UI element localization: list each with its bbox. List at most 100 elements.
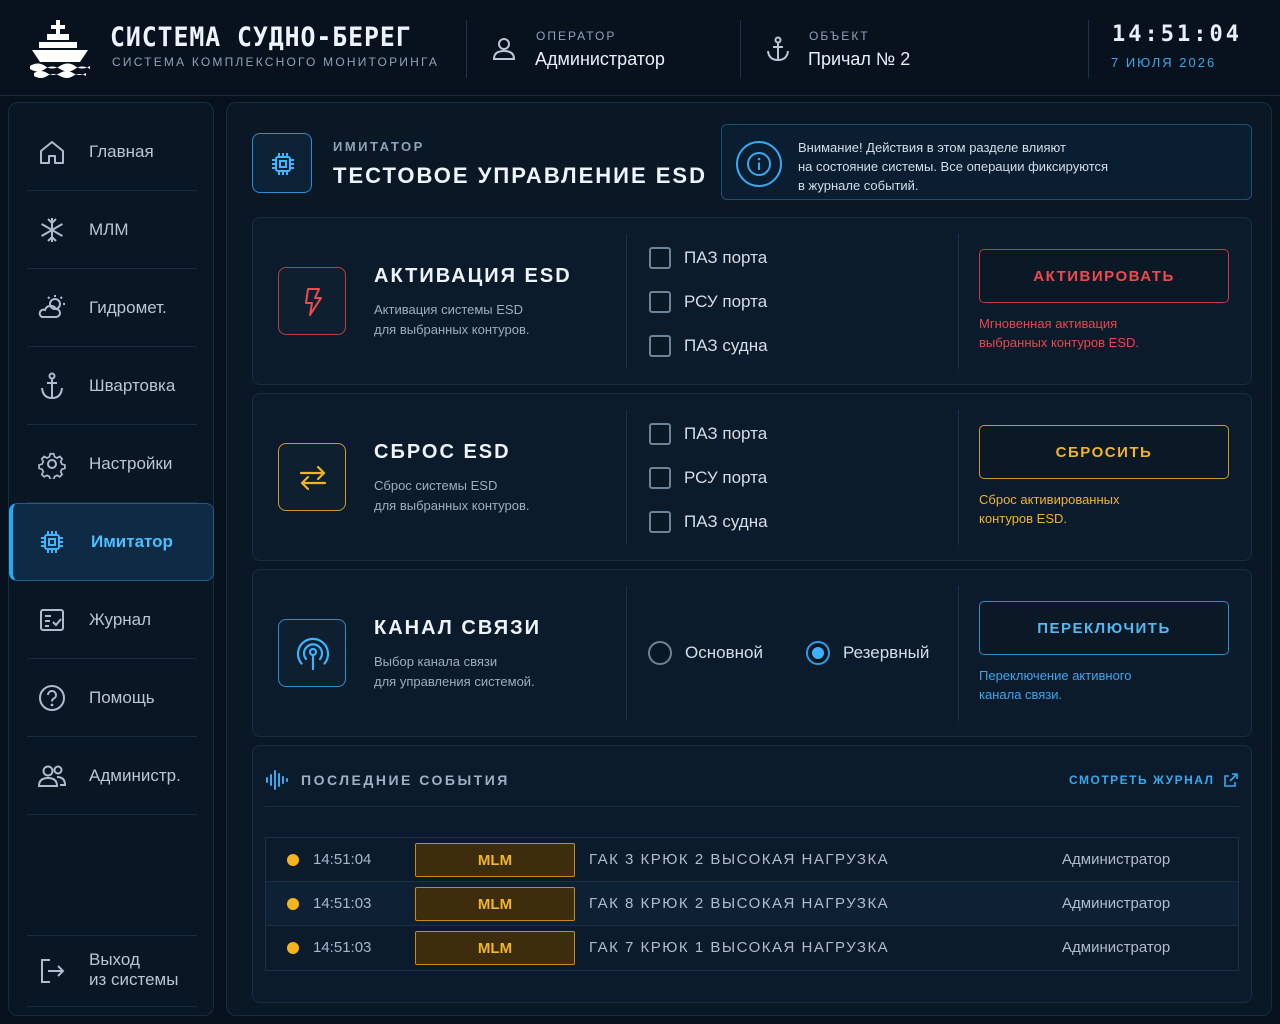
checkbox-paz-port[interactable]: ПАЗ порта [649, 246, 767, 270]
sidebar-item-label: Журнал [89, 609, 152, 629]
recent-events-panel: ПОСЛЕДНИЕ СОБЫТИЯ СМОТРЕТЬ ЖУРНАЛ 14:51:… [252, 745, 1252, 1003]
card-divider [958, 234, 959, 369]
table-row[interactable]: 14:51:04 MLM ГАК 3 КРЮК 2 ВЫСОКАЯ НАГРУЗ… [266, 838, 1238, 882]
note-line: выбранных контуров ESD. [979, 335, 1139, 350]
checkbox-label: РСУ порта [684, 292, 768, 311]
checkbox-paz-port[interactable]: ПАЗ порта [649, 422, 767, 446]
switch-note: Переключение активного канала связи. [979, 666, 1209, 704]
radio-circle-selected[interactable] [806, 641, 830, 665]
card-description-line: для выбранных контуров. [374, 322, 530, 337]
event-user: Администратор [1062, 851, 1171, 868]
anchor-icon [41, 372, 63, 399]
header-divider [1088, 20, 1089, 78]
event-message: ГАК 7 КРЮК 1 ВЫСОКАЯ НАГРУЗКА [589, 939, 890, 956]
ship-logo-icon [30, 20, 90, 78]
card-divider [626, 586, 627, 721]
object-label: ОБЪЕКТ [809, 29, 870, 43]
logout-label: Выход из системы [89, 950, 178, 990]
sidebar-item-journal[interactable]: Журнал [27, 581, 197, 659]
card-description: Выбор канала связи для управления систем… [374, 652, 614, 692]
sidebar-item-label: Настройки [89, 453, 173, 473]
radio-main-channel[interactable]: Основной [648, 641, 763, 665]
radio-label: Резервный [843, 643, 930, 662]
table-row[interactable]: 14:51:03 MLM ГАК 7 КРЮК 1 ВЫСОКАЯ НАГРУЗ… [266, 926, 1238, 970]
main-panel: ИМИТАТОР ТЕСТОВОЕ УПРАВЛЕНИЕ ESD Внимани… [226, 102, 1272, 1016]
activate-icon-box [278, 267, 346, 335]
snowflake-icon [41, 217, 63, 242]
event-message: ГАК 3 КРЮК 2 ВЫСОКАЯ НАГРУЗКА [589, 851, 890, 868]
lightning-icon [305, 288, 322, 316]
app-title: СИСТЕМА СУДНО-БЕРЕГ [110, 22, 412, 53]
notice-text: Внимание! Действия в этом разделе влияют… [798, 138, 1238, 195]
radio-backup-channel[interactable]: Резервный [806, 641, 929, 665]
event-message: ГАК 8 КРЮК 2 ВЫСОКАЯ НАГРУЗКА [589, 895, 890, 912]
view-journal-link[interactable]: СМОТРЕТЬ ЖУРНАЛ [1069, 773, 1214, 787]
checkbox-box[interactable] [649, 291, 671, 313]
reset-button[interactable]: СБРОСИТЬ [979, 425, 1229, 479]
page-icon-box [252, 133, 312, 193]
header-divider [466, 20, 467, 78]
checkbox-box[interactable] [649, 335, 671, 357]
sidebar-item-simulator[interactable]: Имитатор [9, 503, 214, 581]
checkbox-box[interactable] [649, 467, 671, 489]
activate-button[interactable]: АКТИВИРОВАТЬ [979, 249, 1229, 303]
sidebar-item-admin[interactable]: Администр. [27, 737, 197, 815]
user-icon [492, 38, 516, 60]
radio-circle[interactable] [648, 641, 672, 665]
sidebar-item-hydromet[interactable]: Гидромет. [27, 269, 197, 347]
date: 7 ИЮЛЯ 2026 [1111, 55, 1217, 70]
activate-note: Мгновенная активация выбранных контуров … [979, 314, 1209, 352]
checkbox-rsu-port[interactable]: РСУ порта [649, 290, 767, 314]
logout-label-line2: из системы [89, 970, 179, 989]
checkbox-rsu-port[interactable]: РСУ порта [649, 466, 767, 490]
radio-label: Основной [685, 643, 763, 662]
reset-esd-card: СБРОС ESD Сброс системы ESD для выбранны… [252, 393, 1252, 561]
table-row[interactable]: 14:51:03 MLM ГАК 8 КРЮК 2 ВЫСОКАЯ НАГРУЗ… [266, 882, 1238, 926]
operator-label: ОПЕРАТОР [536, 29, 617, 43]
logout-button[interactable]: Выход из системы [27, 935, 197, 1007]
status-dot [287, 942, 299, 954]
weather-icon [38, 294, 65, 318]
checkbox-label: ПАЗ порта [684, 248, 768, 267]
sidebar-item-help[interactable]: Помощь [27, 659, 197, 737]
notice-line: на состояние системы. Все операции фикси… [798, 159, 1109, 174]
sidebar-item-label: Имитатор [91, 532, 173, 551]
sidebar-item-mooring[interactable]: Швартовка [27, 347, 197, 425]
sidebar-item-settings[interactable]: Настройки [27, 425, 197, 503]
event-user: Администратор [1062, 895, 1171, 912]
event-time: 14:51:04 [313, 851, 372, 868]
event-user: Администратор [1062, 939, 1171, 956]
sidebar-item-mlm[interactable]: МЛМ [27, 191, 197, 269]
activate-esd-card: АКТИВАЦИЯ ESD Активация системы ESD для … [252, 217, 1252, 385]
checkbox-paz-ship[interactable]: ПАЗ судна [649, 334, 768, 358]
switch-button[interactable]: ПЕРЕКЛЮЧИТЬ [979, 601, 1229, 655]
card-description: Сброс системы ESD для выбранных контуров… [374, 476, 614, 516]
sidebar-item-home[interactable]: Главная [27, 113, 197, 191]
card-description: Активация системы ESD для выбранных конт… [374, 300, 614, 340]
external-link-icon[interactable] [1223, 772, 1239, 788]
checkbox-box[interactable] [649, 423, 671, 445]
sidebar-item-label: Швартовка [89, 375, 176, 395]
top-header: СИСТЕМА СУДНО-БЕРЕГ СИСТЕМА КОМПЛЕКСНОГО… [0, 0, 1280, 96]
event-time: 14:51:03 [313, 895, 372, 912]
sidebar-item-label: Помощь [89, 687, 155, 707]
checkbox-label: ПАЗ судна [684, 336, 768, 355]
antenna-icon [297, 637, 329, 671]
note-line: Переключение активного [979, 668, 1132, 683]
status-dot [287, 854, 299, 866]
checkbox-box[interactable] [649, 247, 671, 269]
clock: 14:51:04 [1112, 22, 1242, 47]
events-title: ПОСЛЕДНИЕ СОБЫТИЯ [301, 772, 510, 788]
card-description-line: Выбор канала связи [374, 654, 498, 669]
checkbox-paz-ship[interactable]: ПАЗ судна [649, 510, 768, 534]
card-divider [958, 410, 959, 545]
logout-label-line1: Выход [89, 950, 140, 969]
card-description-line: для выбранных контуров. [374, 498, 530, 513]
channel-card: КАНАЛ СВЯЗИ Выбор канала связи для управ… [252, 569, 1252, 737]
note-line: Мгновенная активация [979, 316, 1118, 331]
checkbox-box[interactable] [649, 511, 671, 533]
info-icon [736, 141, 782, 187]
page-title: ТЕСТОВОЕ УПРАВЛЕНИЕ ESD [333, 163, 707, 188]
checkbox-label: ПАЗ судна [684, 512, 768, 531]
sidebar-item-label: МЛМ [89, 219, 129, 239]
